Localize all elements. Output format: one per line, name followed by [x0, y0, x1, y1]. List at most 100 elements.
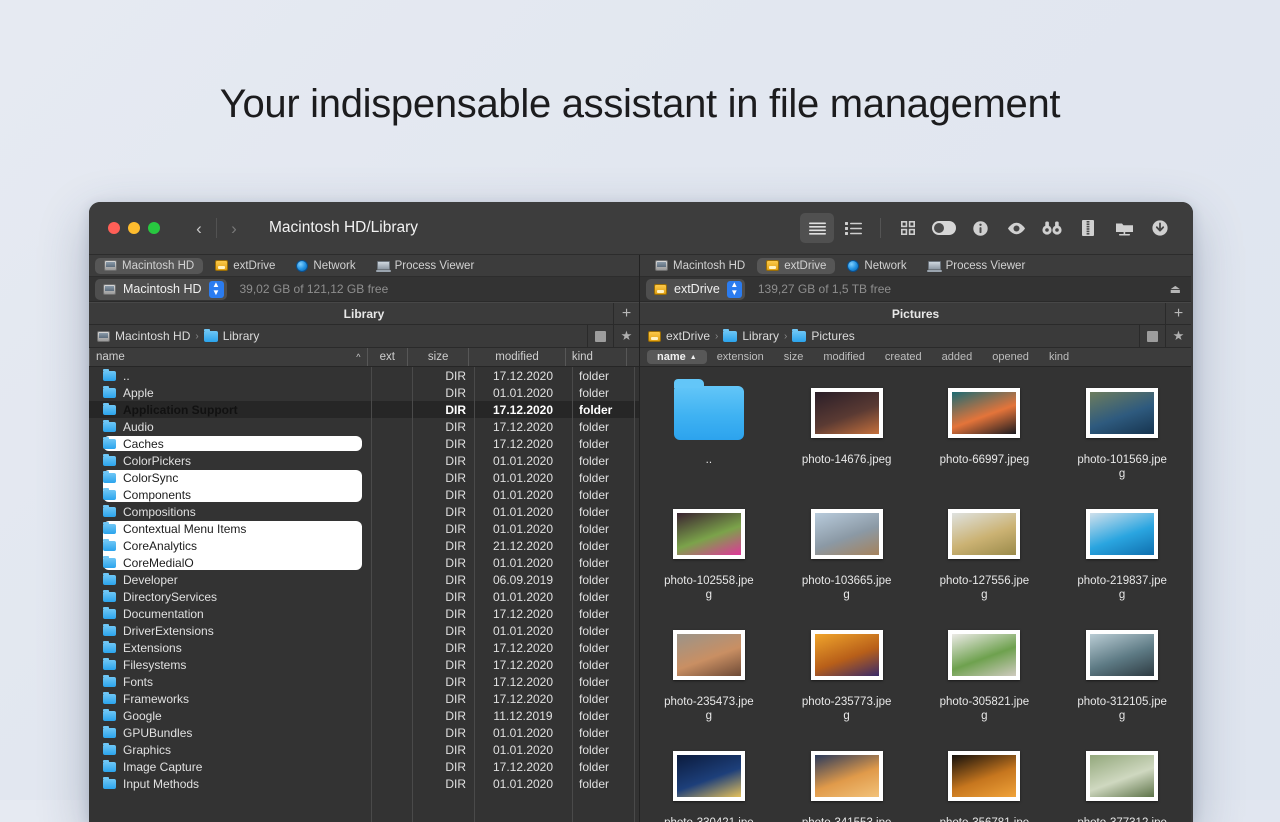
- column-header-modified[interactable]: modified: [813, 350, 875, 364]
- table-row[interactable]: Filesystems DIR 17.12.2020 folder: [89, 656, 639, 673]
- table-row[interactable]: Google DIR 11.12.2019 folder: [89, 707, 639, 724]
- minimize-button[interactable]: [128, 222, 140, 234]
- grid-item[interactable]: photo-377312.jpeg: [1053, 744, 1191, 822]
- left-drive-selector[interactable]: Macintosh HD ▲ ▼: [95, 278, 227, 300]
- column-header-kind[interactable]: kind: [1039, 350, 1079, 364]
- left-file-list[interactable]: .. DIR 17.12.2020 folder Apple DIR 01.01.2020 f…: [89, 367, 639, 822]
- binoculars-icon[interactable]: [1035, 213, 1069, 243]
- archive-zip-icon[interactable]: [1071, 213, 1105, 243]
- breadcrumb-item-pictures[interactable]: Pictures: [792, 328, 855, 343]
- table-row[interactable]: Audio DIR 17.12.2020 folder: [89, 418, 639, 435]
- grid-item[interactable]: photo-341553.jpeg: [778, 744, 916, 822]
- close-button[interactable]: [108, 222, 120, 234]
- right-add-tab-button[interactable]: +: [1165, 303, 1191, 324]
- maximize-button[interactable]: [148, 222, 160, 234]
- forward-button[interactable]: ›: [221, 215, 247, 241]
- table-row[interactable]: ColorSync DIR 01.01.2020 folder: [89, 469, 639, 486]
- table-row[interactable]: CoreAnalytics DIR 21.12.2020 folder: [89, 537, 639, 554]
- right-drive-selector[interactable]: extDrive ▲ ▼: [646, 278, 745, 300]
- table-row[interactable]: Compositions DIR 01.01.2020 folder: [89, 503, 639, 520]
- stop-button[interactable]: [1139, 325, 1165, 347]
- right-thumbnail-grid[interactable]: .. photo-14676.jpeg photo-66997.jpeg photo-…: [640, 367, 1191, 822]
- stop-button[interactable]: [587, 325, 613, 347]
- table-row[interactable]: Caches DIR 17.12.2020 folder: [89, 435, 639, 452]
- column-header-kind[interactable]: kind: [564, 348, 626, 366]
- grid-item[interactable]: photo-305821.jpeg: [916, 623, 1054, 744]
- tab-process-viewer[interactable]: Process Viewer: [919, 258, 1035, 274]
- breadcrumb-item-library[interactable]: Library: [203, 328, 259, 343]
- breadcrumb-item-extdrive[interactable]: extDrive: [648, 329, 710, 343]
- back-button[interactable]: ‹: [186, 215, 212, 241]
- table-row[interactable]: Components DIR 01.01.2020 folder: [89, 486, 639, 503]
- table-row[interactable]: Fonts DIR 17.12.2020 folder: [89, 673, 639, 690]
- tab-network[interactable]: Network: [838, 258, 915, 274]
- column-header-size[interactable]: size: [774, 350, 814, 364]
- table-row[interactable]: DriverExtensions DIR 01.01.2020 folder: [89, 622, 639, 639]
- table-row[interactable]: Application Support DIR 17.12.2020 folder: [89, 401, 639, 418]
- column-header-modified[interactable]: modified: [468, 348, 565, 366]
- grid-item[interactable]: photo-235773.jpeg: [778, 623, 916, 744]
- file-modified-cell: 01.01.2020: [492, 453, 554, 468]
- right-drive-stepper[interactable]: ▲ ▼: [726, 280, 742, 298]
- grid-item[interactable]: photo-219837.jpeg: [1053, 502, 1191, 623]
- breadcrumb-item-macintosh-hd[interactable]: Macintosh HD: [97, 329, 190, 343]
- grid-item[interactable]: photo-103665.jpeg: [778, 502, 916, 623]
- table-row[interactable]: Image Capture DIR 17.12.2020 folder: [89, 758, 639, 775]
- view-grid-icon[interactable]: [891, 213, 925, 243]
- tab-extdrive[interactable]: extDrive: [206, 258, 284, 274]
- photo-thumbnail: [1086, 509, 1159, 559]
- toggle-switch-icon[interactable]: [927, 213, 961, 243]
- view-list-icon[interactable]: [800, 213, 834, 243]
- table-row[interactable]: Contextual Menu Items DIR 01.01.2020 folder: [89, 520, 639, 537]
- grid-item[interactable]: photo-127556.jpeg: [916, 502, 1054, 623]
- grid-item[interactable]: photo-312105.jpeg: [1053, 623, 1191, 744]
- table-row[interactable]: Extensions DIR 17.12.2020 folder: [89, 639, 639, 656]
- column-header-ext[interactable]: ext: [366, 348, 408, 366]
- grid-item[interactable]: photo-66997.jpeg: [916, 381, 1054, 502]
- file-name: DriverExtensions: [123, 623, 214, 638]
- table-row[interactable]: DirectoryServices DIR 01.01.2020 folder: [89, 588, 639, 605]
- left-drive-stepper[interactable]: ▲ ▼: [208, 280, 224, 298]
- table-row[interactable]: Documentation DIR 17.12.2020 folder: [89, 605, 639, 622]
- column-header-extension[interactable]: extension: [707, 350, 774, 364]
- column-header-added[interactable]: added: [932, 350, 983, 364]
- breadcrumb-item-library[interactable]: Library: [723, 328, 779, 343]
- column-header-size[interactable]: size: [407, 348, 468, 366]
- table-row[interactable]: CoreMedialO DIR 01.01.2020 folder: [89, 554, 639, 571]
- window-title: Macintosh HD/Library: [269, 219, 419, 236]
- grid-item[interactable]: photo-235473.jpeg: [640, 623, 778, 744]
- grid-item[interactable]: photo-330421.jpeg: [640, 744, 778, 822]
- network-folder-icon[interactable]: [1107, 213, 1141, 243]
- left-add-tab-button[interactable]: +: [613, 303, 639, 324]
- column-rule: [371, 367, 372, 822]
- tab-extdrive[interactable]: extDrive: [757, 257, 836, 274]
- table-row[interactable]: Graphics DIR 01.01.2020 folder: [89, 741, 639, 758]
- tab-macintosh-hd[interactable]: Macintosh HD: [646, 258, 754, 274]
- table-row[interactable]: Frameworks DIR 17.12.2020 folder: [89, 690, 639, 707]
- column-header-name[interactable]: name ▲: [647, 350, 707, 364]
- table-row[interactable]: ColorPickers DIR 01.01.2020 folder: [89, 452, 639, 469]
- tab-macintosh-hd[interactable]: Macintosh HD: [95, 257, 204, 274]
- tab-process-viewer[interactable]: Process Viewer: [368, 258, 484, 274]
- eject-icon[interactable]: ⏏: [1170, 282, 1181, 296]
- table-row[interactable]: Apple DIR 01.01.2020 folder: [89, 384, 639, 401]
- table-row[interactable]: GPUBundles DIR 01.01.2020 folder: [89, 724, 639, 741]
- column-header-opened[interactable]: opened: [982, 350, 1039, 364]
- grid-item[interactable]: photo-356781.jpeg: [916, 744, 1054, 822]
- info-icon[interactable]: [963, 213, 997, 243]
- table-row[interactable]: Input Methods DIR 01.01.2020 folder: [89, 775, 639, 792]
- column-header-created[interactable]: created: [875, 350, 932, 364]
- preview-eye-icon[interactable]: [999, 213, 1033, 243]
- favorite-button[interactable]: ★: [613, 325, 639, 347]
- favorite-button[interactable]: ★: [1165, 325, 1191, 347]
- grid-item[interactable]: photo-14676.jpeg: [778, 381, 916, 502]
- tab-network[interactable]: Network: [287, 258, 364, 274]
- table-row[interactable]: Developer DIR 06.09.2019 folder: [89, 571, 639, 588]
- view-details-icon[interactable]: [836, 213, 870, 243]
- grid-item[interactable]: photo-102558.jpeg: [640, 502, 778, 623]
- table-row[interactable]: .. DIR 17.12.2020 folder: [89, 367, 639, 384]
- grid-item[interactable]: photo-101569.jpeg: [1053, 381, 1191, 502]
- download-icon[interactable]: [1143, 213, 1177, 243]
- grid-item[interactable]: ..: [640, 379, 778, 502]
- column-header-name[interactable]: name ^: [89, 348, 367, 366]
